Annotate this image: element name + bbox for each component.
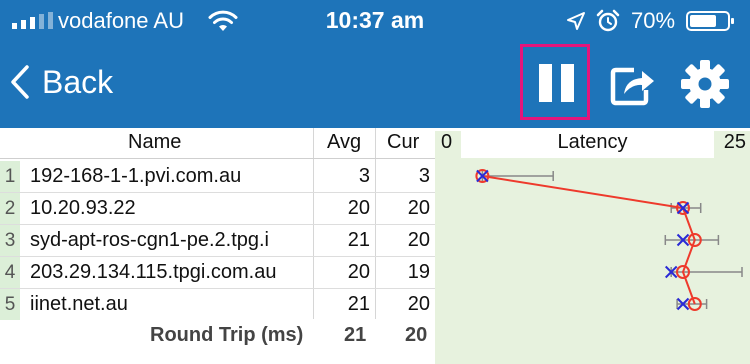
table-row[interactable]: 5 iinet.net.au 21 20 [0,289,435,320]
hop-avg: 21 [347,293,370,315]
hop-avg: 20 [347,197,370,219]
avg-latency-line [482,175,696,305]
round-trip-label: Round Trip (ms) [150,324,304,346]
hop-avg: 20 [347,261,370,283]
status-bar: vodafone AU 10:37 am 70% [0,0,750,40]
hop-cur: 20 [407,197,430,219]
back-button[interactable]: Back [10,60,113,104]
app: vodafone AU 10:37 am 70% Back Name Avg C… [0,0,750,364]
nav-bar: Back [0,40,750,128]
row-index: 1 [0,161,20,192]
hop-cur: 19 [407,261,430,283]
hop-name: 10.20.93.22 [30,197,136,219]
battery-percent: 70% [631,8,676,33]
location-arrow-icon [567,12,585,30]
table-row[interactable]: 3 syd-apt-ros-cgn1-pe.2.tpg.i 21 20 [0,225,435,257]
pause-button[interactable] [520,44,590,120]
header-cur: Cur [387,131,420,153]
hop-name: 203.29.134.115.tpgi.com.au [30,261,277,283]
latency-panel: 0 Latency 25 [435,128,750,364]
hop-name: iinet.net.au [30,293,128,315]
header-name: Name [128,131,182,153]
round-trip-footer: Round Trip (ms) 21 20 [0,319,435,353]
hop-name: 192-168-1-1.pvi.com.au [30,165,242,187]
table-header: Name Avg Cur [0,128,435,159]
chevron-left-icon [11,65,29,99]
hop-name: syd-apt-ros-cgn1-pe.2.tpg.i [30,229,270,251]
row-index: 5 [0,289,20,320]
header-avg: Avg [327,131,362,153]
round-trip-avg: 21 [344,324,367,346]
row-index: 2 [0,193,20,224]
hop-cur: 20 [407,229,430,251]
hop-avg: 3 [358,165,370,187]
hop-cur: 3 [418,165,430,187]
row-index: 3 [0,225,20,256]
round-trip-cur: 20 [405,324,428,346]
trace-table: Name Avg Cur 1 192-168-1-1.pvi.com.au 3 … [0,128,435,364]
table-row[interactable]: 1 192-168-1-1.pvi.com.au 3 3 [0,161,435,193]
table-row[interactable]: 2 10.20.93.22 20 20 [0,193,435,225]
back-label: Back [42,63,114,100]
table-row[interactable]: 4 203.29.134.115.tpgi.com.au 20 19 [0,257,435,289]
gear-icon[interactable] [680,59,730,109]
hop-cur: 20 [407,293,430,315]
row-index: 4 [0,257,20,288]
share-icon[interactable] [610,62,656,106]
battery-icon [686,11,734,31]
alarm-icon [596,9,620,32]
latency-chart [475,169,743,311]
hop-avg: 21 [347,229,370,251]
